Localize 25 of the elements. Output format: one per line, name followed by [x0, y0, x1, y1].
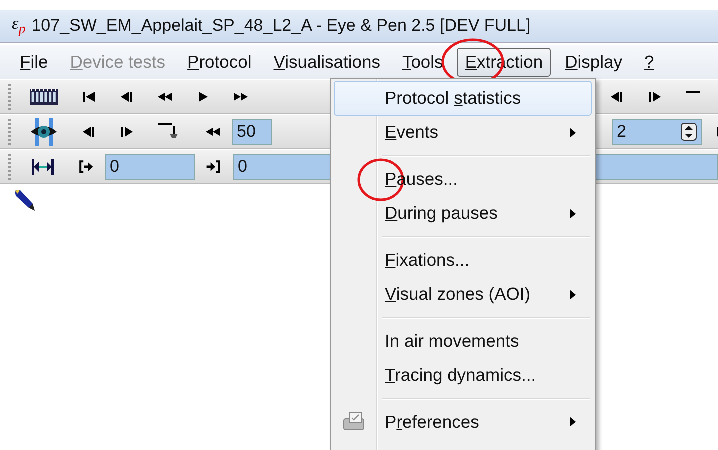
eye-icon[interactable]: [29, 116, 59, 146]
start-field[interactable]: 0: [105, 154, 195, 180]
window-title: 107_SW_EM_Appelait_SP_48_L2_A - Eye & Pen 2.5 [DEV FULL]: [32, 16, 531, 36]
go-to-start-icon[interactable]: [78, 158, 94, 174]
spin-field[interactable]: 2: [612, 118, 702, 144]
menu-bar-item[interactable]: ?: [636, 48, 662, 76]
app-logo: ε$_{p}$: [12, 14, 26, 38]
number-field[interactable]: 50: [232, 118, 272, 144]
menu-item[interactable]: Preferences: [334, 405, 592, 440]
spinner-icon[interactable]: [681, 122, 697, 140]
menu-item[interactable]: Events: [334, 116, 592, 150]
menu-item[interactable]: Tracing dynamics...: [334, 358, 592, 393]
fit-width-icon[interactable]: [30, 156, 56, 176]
menu-bar-item[interactable]: File: [12, 48, 56, 76]
menu-bar-item[interactable]: Visualisations: [266, 48, 388, 76]
menu-item[interactable]: Visual zones (AOI): [334, 278, 592, 312]
menu-item[interactable]: Protocol statistics: [334, 81, 592, 116]
printer-icon: [343, 412, 365, 432]
menu-item[interactable]: During pauses: [334, 196, 592, 231]
go-to-end-icon[interactable]: [206, 158, 222, 174]
pen-icon: [12, 188, 36, 212]
menu-bar-item[interactable]: Display: [557, 48, 631, 76]
menu-bar-item[interactable]: Protocol: [180, 48, 260, 76]
menu-item[interactable]: In air movements: [334, 324, 592, 358]
menu-item[interactable]: Fixations...: [334, 243, 592, 278]
